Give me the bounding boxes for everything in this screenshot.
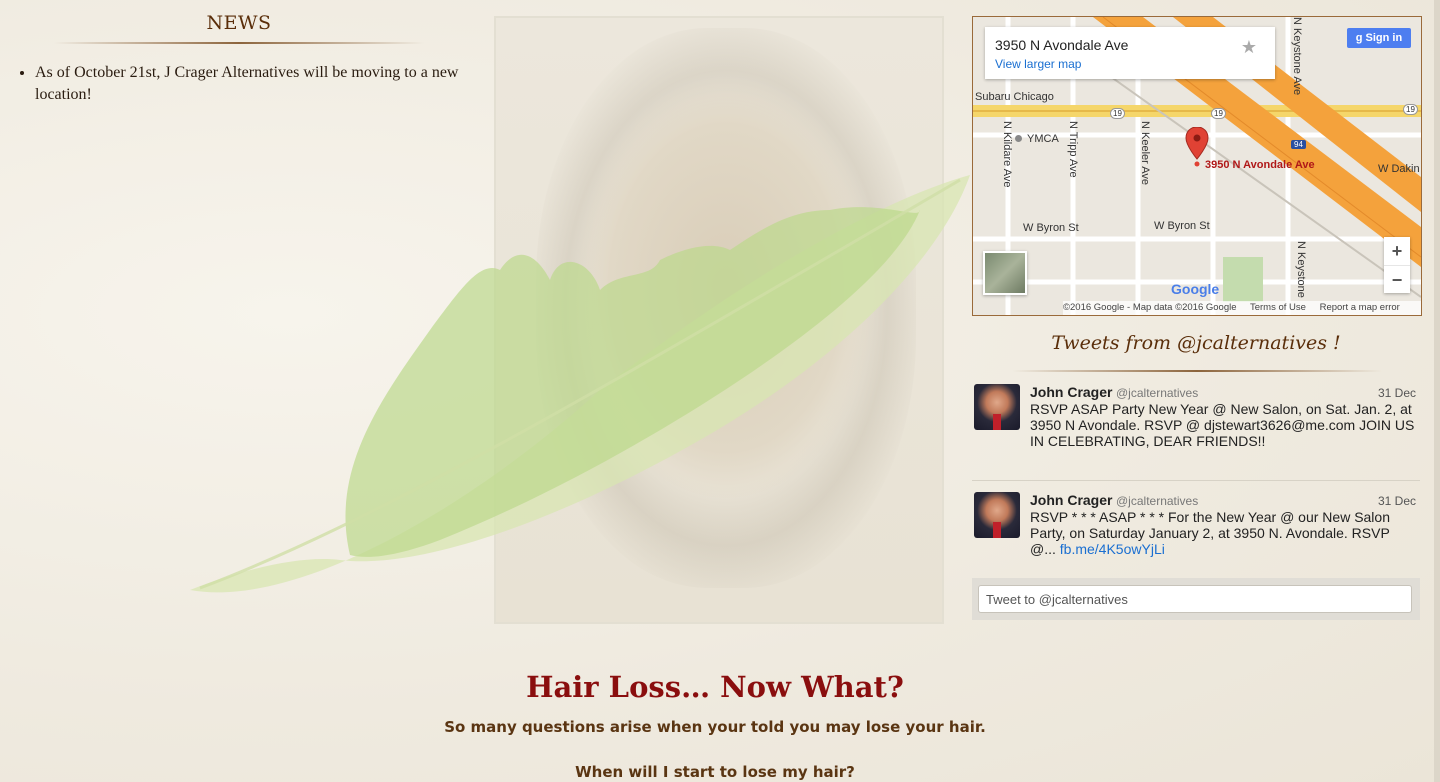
page-headline: Hair Loss… Now What? — [526, 670, 904, 704]
map-sign-in-label: Sign in — [1365, 32, 1403, 44]
tweet-separator — [972, 480, 1420, 481]
scrollbar-track[interactable] — [1434, 0, 1440, 782]
map-label-keystone-south: N Keystone — [1295, 241, 1307, 298]
tweet-handle[interactable]: @jcalternatives — [1116, 494, 1198, 508]
map-marker-label: 3950 N Avondale Ave — [1205, 159, 1315, 171]
tweet-to-input[interactable]: Tweet to @jcalternatives — [978, 585, 1412, 613]
leaf-graphic — [190, 175, 970, 593]
google-logo: Google — [1171, 281, 1220, 297]
map-footer: ©2016 Google - Map data ©2016 Google Ter… — [1063, 301, 1421, 315]
map-label-ymca: YMCA — [1027, 133, 1059, 145]
zoom-in-button[interactable]: + — [1384, 237, 1410, 266]
tweet-text: RSVP ASAP Party New Year @ New Salon, on… — [1030, 401, 1415, 449]
map-address: 3950 N Avondale Ave — [995, 37, 1129, 53]
map-zoom-controls: + − — [1384, 237, 1410, 293]
news-item: As of October 21st, J Crager Alternative… — [35, 62, 464, 106]
news-title: NEWS — [206, 12, 272, 34]
tweet-date[interactable]: 31 Dec — [1378, 494, 1416, 508]
tweet-author[interactable]: John Crager — [1030, 492, 1112, 508]
map-label-byron-west: W Byron St — [1023, 222, 1079, 234]
question-heading: When will I start to lose my hair? — [575, 763, 855, 781]
map-embed[interactable]: Subaru Chicago YMCA N Kildare Ave N Trip… — [972, 16, 1422, 316]
map-label-byron-east: W Byron St — [1154, 220, 1210, 232]
ymca-icon — [1015, 135, 1022, 142]
map-copyright: ©2016 Google - Map data ©2016 Google — [1063, 302, 1237, 313]
google-plus-icon: g — [1355, 32, 1363, 44]
tweets-title: Tweets from @jcalternatives ! — [1051, 332, 1341, 354]
hwy-19-shield-b: 19 — [1211, 108, 1226, 119]
avatar[interactable] — [974, 384, 1020, 430]
star-icon[interactable]: ★ — [1241, 37, 1257, 58]
map-sign-in-button[interactable]: g Sign in — [1347, 28, 1411, 48]
map-label-subaru: Subaru Chicago — [975, 91, 1054, 103]
view-larger-map-link[interactable]: View larger map — [995, 57, 1081, 71]
satellite-toggle[interactable] — [983, 251, 1027, 295]
tweet-author[interactable]: John Crager — [1030, 384, 1112, 400]
interstate-94-shield: 94 — [1291, 140, 1306, 149]
map-info-card: 3950 N Avondale Ave View larger map ★ — [985, 27, 1275, 79]
tweet-link[interactable]: fb.me/4K5owYjLi — [1060, 541, 1165, 557]
page-subheadline: So many questions arise when your told y… — [444, 718, 986, 736]
map-terms-link[interactable]: Terms of Use — [1250, 302, 1306, 313]
hwy-19-shield-c: 19 — [1403, 104, 1418, 115]
tweet-box: Tweet to @jcalternatives — [972, 578, 1420, 620]
news-divider — [54, 42, 424, 44]
map-label-keeler: N Keeler Ave — [1139, 121, 1151, 186]
map-report-link[interactable]: Report a map error — [1320, 302, 1400, 313]
zoom-out-button[interactable]: − — [1384, 266, 1410, 294]
tweet-date[interactable]: 31 Dec — [1378, 386, 1416, 400]
map-label-kildare: N Kildare Ave — [1001, 121, 1013, 188]
news-section: NEWS As of October 21st, J Crager Altern… — [14, 12, 464, 106]
map-label-keystone-north: N Keystone Ave — [1291, 17, 1303, 96]
map-label-tripp: N Tripp Ave — [1067, 121, 1079, 178]
tweets-divider — [1012, 370, 1382, 372]
hwy-19-shield-a: 19 — [1110, 108, 1125, 119]
tweet-text: RSVP * * * ASAP * * * For the New Year @… — [1030, 509, 1416, 557]
map-label-dakin: W Dakin — [1378, 163, 1420, 175]
avatar[interactable] — [974, 492, 1020, 538]
tweet-handle[interactable]: @jcalternatives — [1116, 386, 1198, 400]
news-list: As of October 21st, J Crager Alternative… — [14, 62, 464, 106]
